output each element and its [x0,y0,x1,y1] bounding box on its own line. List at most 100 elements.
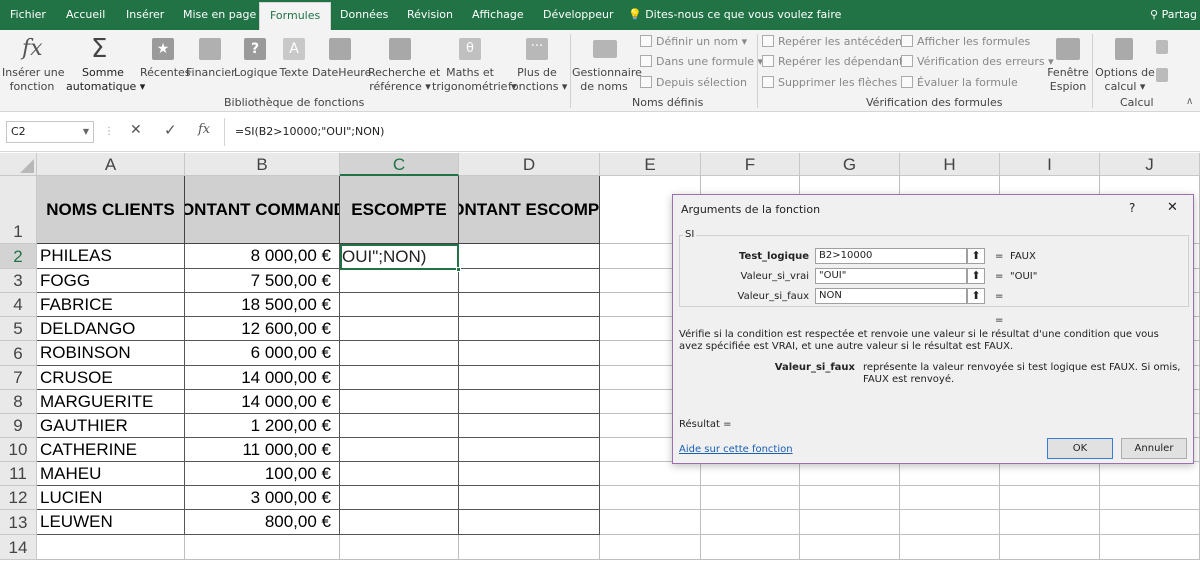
row-header-2[interactable]: 2 [0,244,37,269]
header-cell[interactable]: ESCOMPTE [340,176,459,244]
share-button[interactable]: ⚲ Partag [1150,0,1197,30]
watch-window-button[interactable]: Fenêtre Espion [1044,34,1092,94]
row-header-5[interactable]: 5 [0,317,37,341]
montant-escompte-cell[interactable] [459,390,600,414]
escompte-cell[interactable] [340,269,459,293]
amount-cell[interactable]: 3 000,00 € [185,486,340,510]
row-header-9[interactable]: 9 [0,414,37,438]
client-name-cell[interactable]: CRUSOE [37,366,185,390]
escompte-cell[interactable] [340,293,459,317]
collapse-ribbon-icon[interactable]: ∧ [1186,96,1193,107]
define-name-button[interactable]: Définir un nom ▾ [640,34,747,50]
header-cell[interactable]: MONTANT ESCOMPTE [459,176,600,244]
row-header-6[interactable]: 6 [0,341,37,366]
trace-precedents-button[interactable]: Repérer les antécédents [762,34,912,50]
cell[interactable] [900,535,1000,560]
escompte-cell[interactable] [340,390,459,414]
column-header-d[interactable]: D [459,153,600,176]
select-all-corner[interactable] [0,153,37,176]
column-header-a[interactable]: A [37,153,185,176]
cell[interactable] [600,486,701,510]
cell[interactable] [1000,510,1100,535]
cell[interactable] [600,462,701,486]
row-header-3[interactable]: 3 [0,269,37,293]
tab-mise-en-page[interactable]: Mise en page [183,0,256,30]
cell[interactable] [600,535,701,560]
create-from-selection-button[interactable]: Depuis sélection [640,75,747,91]
fill-handle[interactable] [456,267,461,272]
montant-escompte-cell[interactable] [459,414,600,438]
tab-affichage[interactable]: Affichage [472,0,524,30]
datetime-functions-button[interactable]: DateHeure [312,34,371,94]
insert-function-fx-icon[interactable]: fx [198,122,210,137]
formula-bar-divider[interactable]: ⋮ [104,125,114,139]
column-header-j[interactable]: J [1100,153,1200,176]
logical-functions-button[interactable]: ? Logique [234,34,277,94]
text-functions-button[interactable]: A Texte [276,34,312,94]
tab-accueil[interactable]: Accueil [66,0,105,30]
escompte-cell[interactable] [340,438,459,462]
use-in-formula-button[interactable]: Dans une formule ▾ [640,54,763,70]
cell[interactable] [701,462,800,486]
header-cell[interactable]: NOMS CLIENTS [37,176,185,244]
montant-escompte-cell[interactable] [459,462,600,486]
client-name-cell[interactable]: FOGG [37,269,185,293]
montant-escompte-cell[interactable] [459,366,600,390]
montant-escompte-cell[interactable] [459,510,600,535]
arg-input-test-logique[interactable]: B2>10000 [815,248,967,264]
cell[interactable] [340,535,459,560]
client-name-cell[interactable]: CATHERINE [37,438,185,462]
close-icon[interactable]: ✕ [1167,200,1178,215]
cell[interactable] [1000,535,1100,560]
cell[interactable] [800,535,900,560]
client-name-cell[interactable]: MAHEU [37,462,185,486]
evaluate-formula-button[interactable]: Évaluer la formule [901,75,1018,91]
show-formulas-button[interactable]: Afficher les formules [901,34,1030,50]
montant-escompte-cell[interactable] [459,269,600,293]
amount-cell[interactable]: 12 600,00 € [185,317,340,341]
remove-arrows-button[interactable]: Supprimer les flèches ▾ [762,75,906,91]
trace-dependents-button[interactable]: Repérer les dépendants [762,54,909,70]
cell[interactable] [185,535,340,560]
montant-escompte-cell[interactable] [459,244,600,269]
calculate-sheet-icon[interactable] [1156,68,1168,82]
amount-cell[interactable]: 18 500,00 € [185,293,340,317]
column-header-e[interactable]: E [600,153,701,176]
arg-input-valeur-si-faux[interactable]: NON [815,288,967,304]
help-button[interactable]: ? [1129,201,1135,215]
cell[interactable] [900,462,1000,486]
escompte-cell[interactable] [340,510,459,535]
collapse-arg-icon[interactable]: ⬆ [967,248,985,264]
client-name-cell[interactable]: PHILEAS [37,244,185,269]
column-header-c[interactable]: C [340,153,459,176]
column-header-f[interactable]: F [701,153,800,176]
client-name-cell[interactable]: MARGUERITE [37,390,185,414]
row-header-14[interactable]: 14 [0,535,37,560]
column-header-b[interactable]: B [185,153,340,176]
column-header-g[interactable]: G [800,153,900,176]
escompte-cell[interactable] [340,414,459,438]
cell[interactable] [459,535,600,560]
cell[interactable] [701,535,800,560]
amount-cell[interactable]: 100,00 € [185,462,340,486]
client-name-cell[interactable]: DELDANGO [37,317,185,341]
client-name-cell[interactable]: ROBINSON [37,341,185,366]
active-cell-c2[interactable]: OUI";NON) [340,244,459,270]
cell[interactable] [800,486,900,510]
error-checking-button[interactable]: Vérification des erreurs ▾ [901,54,1054,70]
row-header-7[interactable]: 7 [0,366,37,390]
escompte-cell[interactable] [340,341,459,366]
cell[interactable] [701,486,800,510]
collapse-arg-icon[interactable]: ⬆ [967,288,985,304]
montant-escompte-cell[interactable] [459,317,600,341]
client-name-cell[interactable]: LEUWEN [37,510,185,535]
amount-cell[interactable]: 1 200,00 € [185,414,340,438]
cell[interactable] [1100,486,1200,510]
financial-functions-button[interactable]: Financier [186,34,236,94]
tab-inserer[interactable]: Insérer [126,0,164,30]
client-name-cell[interactable]: LUCIEN [37,486,185,510]
calc-options-button[interactable]: Options de calcul ▾ [1095,34,1155,94]
cell[interactable] [900,486,1000,510]
amount-cell[interactable]: 14 000,00 € [185,390,340,414]
cell[interactable] [701,510,800,535]
